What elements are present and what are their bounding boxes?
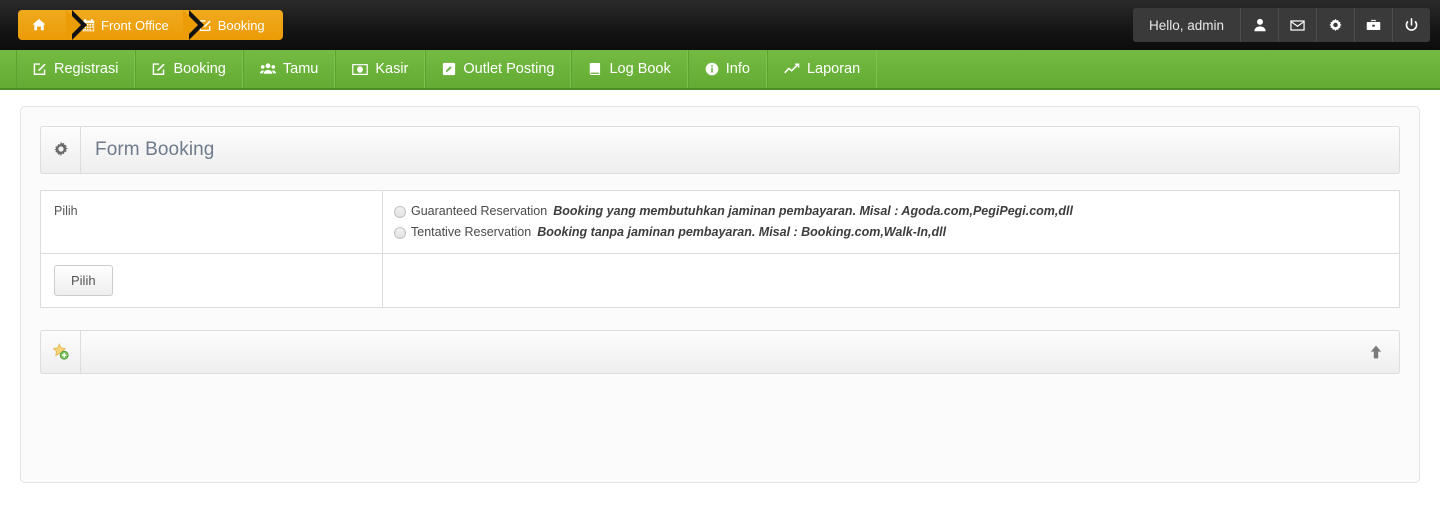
nav-item-kasir-label: Kasir <box>375 61 409 77</box>
breadcrumb-item-home[interactable] <box>18 10 87 40</box>
reservation-type-radio-group: Guaranteed Reservation Booking yang memb… <box>384 192 1398 252</box>
form-options-cell: Guaranteed Reservation Booking yang memb… <box>382 190 1400 254</box>
radio-label-guaranteed: Guaranteed Reservation <box>411 204 548 218</box>
page-title: Form Booking <box>95 139 215 160</box>
form-empty-cell <box>382 253 1400 308</box>
nav-item-tamu-label: Tamu <box>282 61 319 77</box>
briefcase-icon <box>1366 18 1381 33</box>
user-profile-button[interactable] <box>1240 8 1278 42</box>
radio-label-tentative: Tentative Reservation <box>411 225 532 239</box>
settings-button[interactable] <box>1316 8 1354 42</box>
page-content: Form Booking Pilih Guaranteed Reservatio… <box>0 90 1440 483</box>
breadcrumb: Front Office Booking <box>18 10 283 40</box>
briefcase-button[interactable] <box>1354 8 1392 42</box>
gear-icon <box>41 127 81 173</box>
secondary-panel-header <box>40 330 1400 374</box>
table-row-pilih-options: Pilih Guaranteed Reservation Booking yan… <box>40 190 1400 254</box>
collapse-panel-button[interactable] <box>1353 331 1399 373</box>
nav-item-kasir[interactable]: Kasir <box>335 50 426 88</box>
form-label-pilih: Pilih <box>54 204 78 218</box>
messages-button[interactable] <box>1278 8 1316 42</box>
nav-item-tamu[interactable]: Tamu <box>242 50 336 88</box>
breadcrumb-item-front-office-label: Front Office <box>101 17 169 33</box>
secondary-panel-body <box>81 331 1353 373</box>
envelope-icon <box>1290 18 1305 33</box>
line-chart-icon <box>784 62 800 76</box>
info-circle-icon <box>705 62 719 76</box>
arrow-up-icon <box>1368 344 1384 360</box>
nav-item-info-label: Info <box>725 61 750 77</box>
user-toolbar: Hello, admin <box>1132 8 1430 42</box>
nav-item-outlet-posting[interactable]: Outlet Posting <box>425 50 572 88</box>
radio-button-tentative[interactable] <box>394 226 406 239</box>
nav-item-booking-label: Booking <box>173 61 226 77</box>
table-row-submit: Pilih <box>40 253 1400 308</box>
book-icon <box>588 62 602 76</box>
nav-item-info[interactable]: Info <box>687 50 767 88</box>
radio-option-tentative[interactable]: Tentative Reservation Booking tanpa jami… <box>394 223 1388 242</box>
nav-item-laporan-label: Laporan <box>806 61 861 77</box>
nav-item-outlet-posting-label: Outlet Posting <box>463 61 555 77</box>
pencil-square-icon <box>33 62 47 76</box>
top-header-bar: Front Office Booking Hello, admin <box>0 0 1440 50</box>
breadcrumb-item-booking-label: Booking <box>217 17 265 33</box>
form-booking-panel-header: Form Booking <box>40 126 1400 174</box>
radio-option-guaranteed[interactable]: Guaranteed Reservation Booking yang memb… <box>394 202 1388 221</box>
money-icon <box>352 63 369 76</box>
booking-form-table: Pilih Guaranteed Reservation Booking yan… <box>40 190 1400 308</box>
nav-item-laporan[interactable]: Laporan <box>766 50 878 88</box>
power-icon <box>1404 17 1419 33</box>
logout-button[interactable] <box>1392 8 1430 42</box>
radio-button-guaranteed[interactable] <box>394 205 406 218</box>
nav-item-registrasi-label: Registrasi <box>54 61 119 77</box>
gear-icon <box>1328 18 1343 33</box>
form-submit-cell: Pilih <box>40 253 383 308</box>
pencil-square-icon <box>442 62 456 76</box>
pilih-submit-button[interactable]: Pilih <box>54 265 113 296</box>
content-card: Form Booking Pilih Guaranteed Reservatio… <box>20 106 1420 483</box>
nav-item-log-book[interactable]: Log Book <box>571 50 688 88</box>
radio-description-tentative: Booking tanpa jaminan pembayaran. Misal … <box>537 225 947 239</box>
form-submit-wrapper: Pilih <box>42 255 381 306</box>
home-icon <box>32 18 46 32</box>
nav-item-booking[interactable]: Booking <box>135 50 243 88</box>
pencil-square-icon <box>152 62 166 76</box>
user-greeting: Hello, admin <box>1148 17 1224 33</box>
radio-description-guaranteed: Booking yang membutuhkan jaminan pembaya… <box>553 204 1073 218</box>
star-add-icon <box>41 331 81 373</box>
nav-item-registrasi[interactable]: Registrasi <box>16 50 136 88</box>
users-icon <box>259 62 276 76</box>
user-icon <box>1253 18 1267 32</box>
form-label-cell: Pilih <box>40 190 383 254</box>
nav-item-log-book-label: Log Book <box>609 61 671 77</box>
main-navigation: Registrasi Booking Tamu Kasir Outlet Pos… <box>0 50 1440 90</box>
